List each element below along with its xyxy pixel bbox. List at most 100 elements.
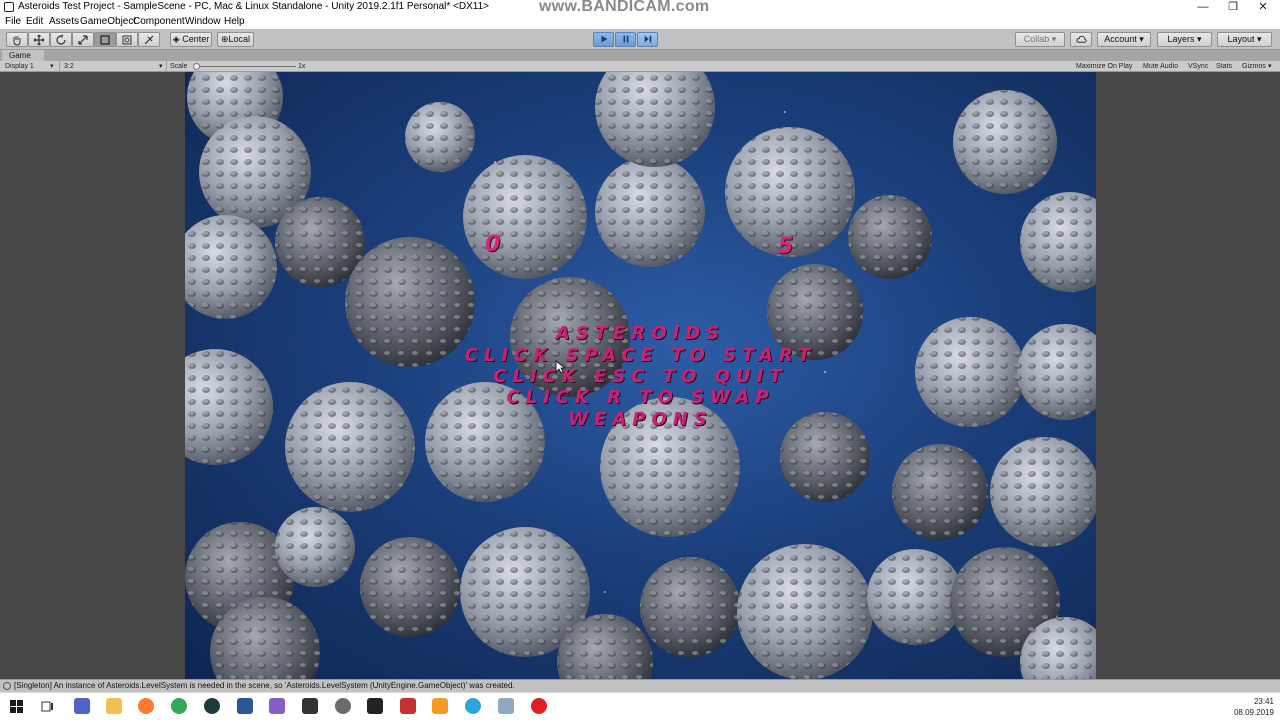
mail-icon[interactable] bbox=[498, 698, 514, 714]
account-label: Account bbox=[1104, 34, 1137, 44]
cloud-button[interactable] bbox=[1070, 32, 1092, 47]
game-view-toolbar: Display 1 ▾ 3:2 ▾ Scale 1x Maximize On P… bbox=[0, 61, 1280, 72]
quit-instruction-text: CLICK ESC TO QUIT bbox=[493, 366, 788, 387]
move-tool-button[interactable] bbox=[28, 32, 50, 47]
aspect-dropdown[interactable]: 3:2 bbox=[64, 61, 74, 72]
menu-help[interactable]: Help bbox=[224, 16, 245, 27]
task-view-icon[interactable] bbox=[41, 700, 54, 713]
pivot-space-button[interactable]: ⊕Local bbox=[217, 32, 254, 47]
pause-button[interactable] bbox=[615, 32, 636, 47]
rect-tool-button[interactable] bbox=[94, 32, 116, 47]
display-arrow-icon: ▾ bbox=[50, 63, 54, 70]
game-viewport: 0 5 ASTEROIDS CLICK SPACE TO START CLICK… bbox=[0, 72, 1280, 679]
gizmos-arrow-icon: ▾ bbox=[1268, 63, 1272, 70]
layers-label: Layers bbox=[1167, 34, 1195, 44]
space-label: Local bbox=[228, 34, 251, 44]
unity-editor-icon[interactable] bbox=[302, 698, 318, 714]
game-tab-strip: Game bbox=[0, 50, 1280, 61]
clock-time: 23:41 bbox=[1253, 697, 1274, 706]
mute-audio-toggle[interactable]: Mute Audio bbox=[1143, 61, 1178, 72]
unity-editor-active-icon[interactable] bbox=[367, 698, 383, 714]
step-icon bbox=[644, 35, 651, 43]
bandicam-record-icon[interactable] bbox=[531, 698, 547, 714]
console-status-bar[interactable]: [Singleton] An instance of Asteroids.Lev… bbox=[0, 679, 1280, 692]
scale-tool-button[interactable] bbox=[72, 32, 94, 47]
layout-arrow-icon: ▾ bbox=[1257, 34, 1262, 44]
menu-bar: File Edit Assets GameObject Component Wi… bbox=[0, 15, 1280, 29]
rotate-icon bbox=[56, 34, 66, 45]
collab-arrow-icon: ▾ bbox=[1051, 34, 1057, 44]
start-instruction-text: CLICK SPACE TO START bbox=[464, 345, 817, 366]
layers-dropdown[interactable]: Layers ▾ bbox=[1157, 32, 1212, 47]
move-arrows-icon bbox=[33, 34, 45, 46]
menu-file[interactable]: File bbox=[5, 16, 21, 27]
menu-assets[interactable]: Assets bbox=[49, 16, 79, 27]
telegram-icon[interactable] bbox=[465, 698, 481, 714]
word-icon[interactable] bbox=[237, 698, 253, 714]
settings-gear-icon[interactable] bbox=[335, 698, 351, 714]
close-button[interactable]: ✕ bbox=[1248, 0, 1278, 15]
windows-start-icon[interactable] bbox=[10, 700, 23, 713]
scale-slider-track[interactable] bbox=[196, 66, 296, 67]
pivot-icon: ◈ bbox=[172, 34, 180, 44]
account-arrow-icon: ▾ bbox=[1139, 34, 1144, 44]
layout-dropdown[interactable]: Layout ▾ bbox=[1217, 32, 1272, 47]
console-message: [Singleton] An instance of Asteroids.Lev… bbox=[14, 681, 515, 690]
maximize-on-play-toggle[interactable]: Maximize On Play bbox=[1076, 61, 1132, 72]
unity-logo-icon bbox=[4, 2, 14, 12]
rotate-tool-button[interactable] bbox=[50, 32, 72, 47]
firefox-icon[interactable] bbox=[138, 698, 154, 714]
window-title: Asteroids Test Project - SampleScene - P… bbox=[18, 1, 489, 12]
game-tab-label: Game bbox=[9, 51, 31, 60]
tab-game[interactable]: Game bbox=[2, 50, 44, 61]
menu-component[interactable]: Component bbox=[133, 16, 185, 27]
rect-tool-icon bbox=[100, 35, 110, 45]
toolbar-divider bbox=[166, 61, 167, 72]
custom-tool-button[interactable] bbox=[138, 32, 160, 47]
scale-slider-handle[interactable] bbox=[193, 63, 200, 70]
local-space-icon: ⊕ bbox=[220, 34, 229, 44]
main-toolbar: ◈ Center ⊕Local Collab ▾ Account ▾ Layer… bbox=[0, 29, 1280, 50]
vsync-toggle[interactable]: VSync bbox=[1188, 61, 1208, 72]
transform-tool-button[interactable] bbox=[116, 32, 138, 47]
step-button[interactable] bbox=[637, 32, 658, 47]
score-left: 0 bbox=[485, 232, 501, 257]
display-dropdown[interactable]: Display 1 bbox=[5, 61, 34, 72]
scale-label: Scale bbox=[170, 63, 188, 70]
gitkraken-icon[interactable] bbox=[204, 698, 220, 714]
play-button[interactable] bbox=[593, 32, 614, 47]
clock-date: 08.09.2019 bbox=[1233, 708, 1274, 717]
collab-button[interactable]: Collab ▾ bbox=[1015, 32, 1065, 47]
game-render-area[interactable]: 0 5 ASTEROIDS CLICK SPACE TO START CLICK… bbox=[185, 72, 1096, 679]
restore-button[interactable]: ❐ bbox=[1218, 0, 1248, 15]
menu-gameobject[interactable]: GameObject bbox=[80, 16, 136, 27]
menu-window[interactable]: Window bbox=[185, 16, 221, 27]
minimize-button[interactable]: — bbox=[1188, 0, 1218, 15]
game-title-text: ASTEROIDS bbox=[555, 323, 726, 344]
pivot-label: Center bbox=[182, 34, 210, 44]
pause-icon bbox=[623, 35, 628, 43]
hand-tool-button[interactable] bbox=[6, 32, 28, 47]
media-player-icon[interactable] bbox=[432, 698, 448, 714]
mouse-cursor-icon bbox=[555, 360, 565, 374]
layers-arrow-icon: ▾ bbox=[1197, 34, 1202, 44]
weapons-instruction-text: WEAPONS bbox=[568, 409, 713, 430]
gizmos-dropdown[interactable]: Gizmos bbox=[1242, 61, 1266, 72]
transform-icon bbox=[122, 35, 132, 45]
cloud-icon bbox=[1075, 35, 1087, 43]
visual-studio-icon[interactable] bbox=[269, 698, 285, 714]
stats-toggle[interactable]: Stats bbox=[1216, 61, 1232, 72]
play-icon bbox=[601, 35, 607, 43]
wrench-icon bbox=[144, 35, 154, 45]
hand-icon bbox=[13, 36, 21, 46]
chrome-icon[interactable] bbox=[171, 698, 187, 714]
file-explorer-icon[interactable] bbox=[106, 698, 122, 714]
pivot-mode-button[interactable]: ◈ Center bbox=[170, 32, 212, 47]
window-title-bar: Asteroids Test Project - SampleScene - P… bbox=[0, 0, 1280, 15]
menu-edit[interactable]: Edit bbox=[26, 16, 43, 27]
aspect-arrow-icon: ▾ bbox=[159, 63, 163, 70]
system-clock[interactable]: 23:41 08.09.2019 bbox=[1234, 696, 1274, 718]
account-dropdown[interactable]: Account ▾ bbox=[1097, 32, 1151, 47]
unity-hub-icon[interactable] bbox=[74, 698, 90, 714]
media-app-icon[interactable] bbox=[400, 698, 416, 714]
